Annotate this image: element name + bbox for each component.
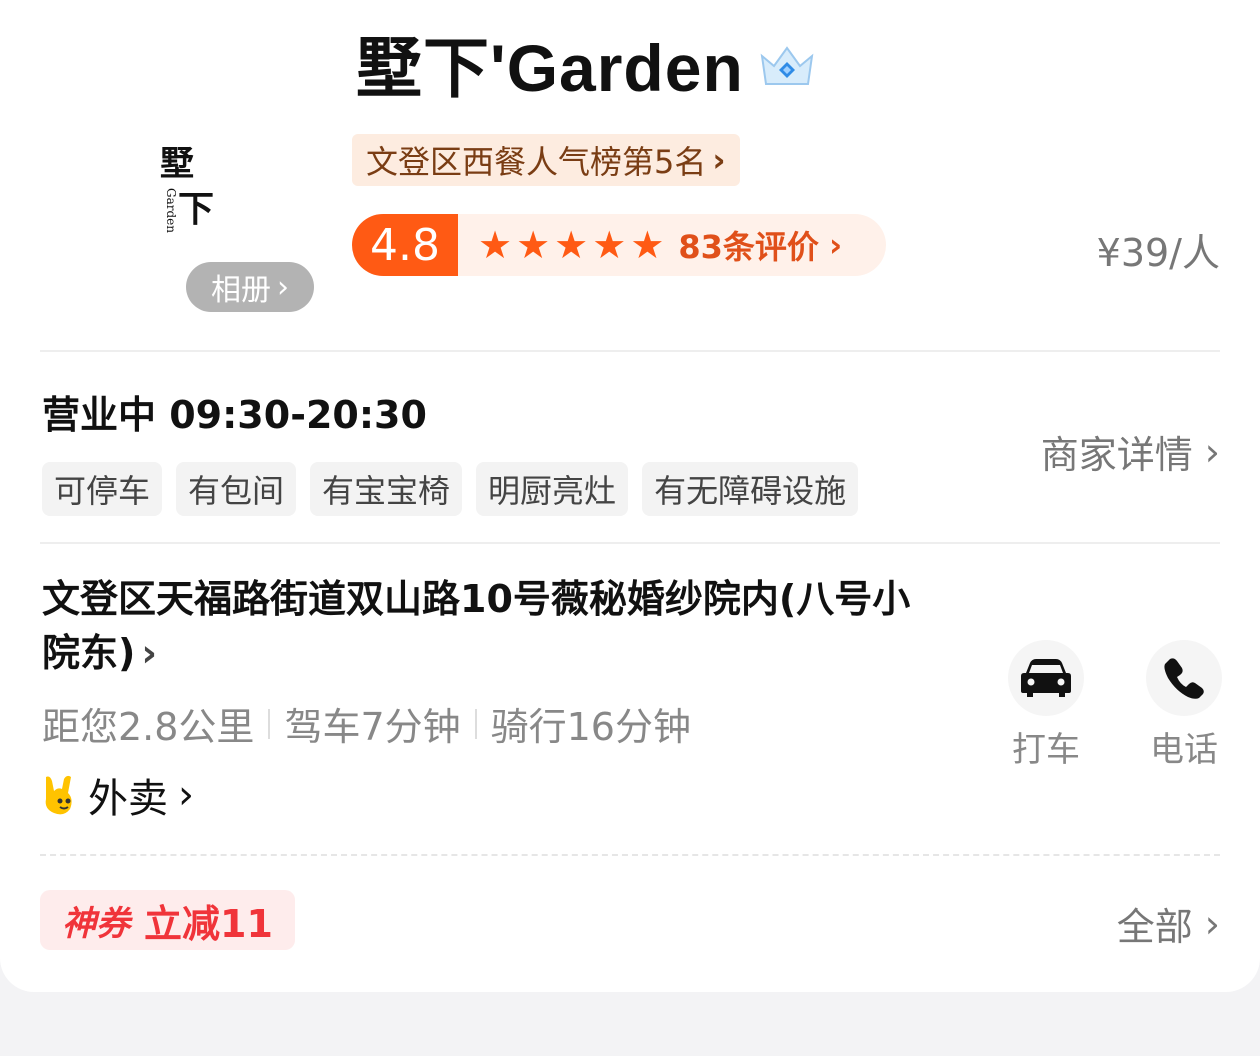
facility-tag: 可停车 [42, 462, 163, 516]
store-name: 墅下'Garden [356, 31, 744, 105]
divider [40, 350, 1220, 352]
coupon-badge[interactable]: 神券 立减11 [40, 890, 295, 950]
chevron-right-icon: › [178, 772, 194, 818]
merchant-detail-label: 商家详情 [1040, 433, 1193, 477]
drive-time: 驾车7分钟 [284, 705, 461, 749]
star-icon: ★ [478, 223, 513, 267]
star-icon: ★ [516, 223, 551, 267]
rank-label: 文登区西餐人气榜第5名 [366, 143, 707, 181]
facility-tag: 有无障碍设施 [642, 462, 859, 516]
coupon-text: 立减11 [144, 901, 273, 946]
star-icon: ★ [630, 223, 665, 267]
car-icon [1021, 659, 1071, 697]
facility-tag: 有宝宝椅 [310, 462, 463, 516]
delivery-label: 外卖 [88, 776, 168, 822]
logo-char-2: 下 [178, 188, 215, 230]
crown-icon [760, 46, 814, 85]
store-info-card: 墅 下 Garden 相册 › 墅下'Garden 文登区西餐人气榜第5名 › … [0, 0, 1260, 992]
rank-tag[interactable]: 文登区西餐人气榜第5名 › [352, 134, 740, 186]
phone-button[interactable]: 电话 [1144, 640, 1224, 771]
separator [474, 708, 477, 739]
address-link[interactable]: 文登区天福路街道双山路10号薇秘婚纱院内(八号小院东) › [42, 572, 912, 680]
car-icon-circle [1008, 640, 1084, 716]
facility-tags: 可停车 有包间 有宝宝椅 明厨亮灶 有无障碍设施 [42, 462, 859, 516]
business-hours: 营业中 09:30-20:30 [42, 393, 427, 437]
divider [40, 542, 1220, 544]
logo-char-1: 墅 [160, 144, 194, 184]
dashed-divider [40, 854, 1220, 856]
delivery-mascot-icon [45, 775, 72, 815]
album-button[interactable]: 相册 › [186, 262, 314, 312]
chevron-right-icon: › [141, 631, 158, 675]
separator [268, 708, 271, 739]
logo-subtext: Garden [164, 188, 178, 233]
chevron-right-icon: › [1204, 901, 1220, 946]
coupon-type: 神券 [62, 903, 130, 944]
address-text: 文登区天福路街道双山路10号薇秘婚纱院内(八号小院东) [42, 577, 911, 675]
all-label: 全部 [1116, 905, 1193, 949]
album-label: 相册 [211, 273, 271, 308]
chevron-right-icon: › [277, 269, 289, 305]
chevron-right-icon: › [712, 141, 726, 179]
distance-info: 距您2.8公里 驾车7分钟 骑行16分钟 [42, 696, 691, 751]
taxi-button[interactable]: 打车 [1006, 640, 1086, 771]
store-logo[interactable]: 墅 下 Garden [150, 140, 230, 250]
taxi-label: 打车 [1012, 730, 1080, 770]
rating-row[interactable]: 4.8 ★ ★ ★ ★ ★ 83条评价 › [352, 214, 886, 276]
rating-stars: ★ ★ ★ ★ ★ [478, 225, 664, 265]
rating-score: 4.8 [352, 214, 458, 276]
all-coupons-link[interactable]: 全部 › [1117, 896, 1220, 951]
facility-tag: 明厨亮灶 [476, 462, 629, 516]
reviews-link[interactable]: 83条评价 › [678, 222, 842, 268]
ride-time: 骑行16分钟 [490, 705, 691, 749]
distance-label: 距您2.8公里 [42, 705, 255, 749]
reviews-label: 83条评价 [678, 228, 819, 266]
facility-tag: 有包间 [176, 462, 297, 516]
star-icon: ★ [554, 223, 589, 267]
delivery-link[interactable]: 外卖 › [40, 766, 194, 824]
phone-icon [1164, 658, 1204, 699]
chevron-right-icon: › [1204, 429, 1220, 474]
phone-label: 电话 [1150, 730, 1218, 770]
merchant-detail-link[interactable]: 商家详情 › [1041, 424, 1220, 479]
phone-icon-circle [1146, 640, 1222, 716]
chevron-right-icon: › [828, 226, 843, 264]
price-per-person: ¥39/人 [1096, 231, 1220, 275]
star-icon: ★ [592, 223, 627, 267]
